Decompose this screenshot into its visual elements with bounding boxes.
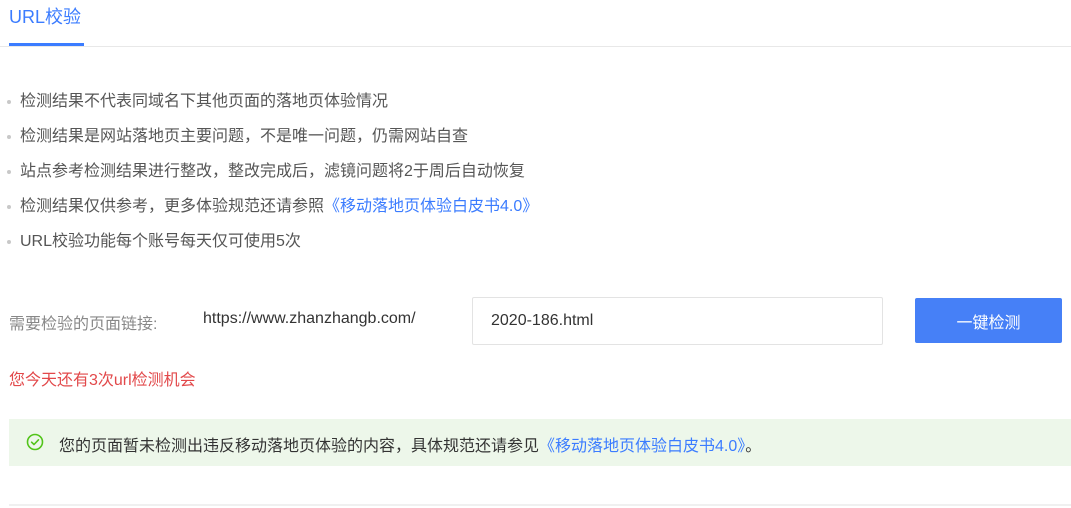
bullet-dot	[7, 205, 11, 209]
check-button[interactable]: 一键检测	[915, 298, 1062, 343]
notice-item: 站点参考检测结果进行整改，整改完成后，滤镜问题将2于周后自动恢复	[7, 158, 538, 193]
result-message: 您的页面暂未检测出违反移动落地页体验的内容，具体规范还请参见《移动落地页体验白皮…	[59, 432, 761, 456]
result-text: 您的页面暂未检测出违反移动落地页体验的内容，具体规范还请参见	[59, 438, 540, 455]
url-domain-prefix: https://www.zhanzhangb.com/	[203, 310, 416, 327]
notice-item: URL校验功能每个账号每天仅可使用5次	[7, 228, 538, 263]
result-suffix: 。	[745, 438, 762, 455]
url-path-input[interactable]	[472, 297, 883, 345]
notice-text: URL校验功能每个账号每天仅可使用5次	[20, 233, 301, 250]
notice-item: 检测结果是网站落地页主要问题，不是唯一问题，仍需网站自查	[7, 123, 538, 158]
url-check-form: 需要检验的页面链接: https://www.zhanzhangb.com/ 一…	[9, 297, 1069, 347]
notice-list: 检测结果不代表同域名下其他页面的落地页体验情况 检测结果是网站落地页主要问题，不…	[7, 88, 538, 263]
url-field-label: 需要检验的页面链接:	[9, 316, 158, 333]
check-circle-icon	[26, 433, 44, 451]
url-check-page: URL校验 检测结果不代表同域名下其他页面的落地页体验情况 检测结果是网站落地页…	[0, 0, 1071, 508]
notice-text: 站点参考检测结果进行整改，整改完成后，滤镜问题将2于周后自动恢复	[20, 163, 525, 180]
bullet-dot	[7, 135, 11, 139]
notice-text: 检测结果不代表同域名下其他页面的落地页体验情况	[20, 93, 389, 110]
notice-text: 检测结果是网站落地页主要问题，不是唯一问题，仍需网站自查	[20, 128, 469, 145]
notice-text: 检测结果仅供参考，更多体验规范还请参照	[20, 198, 325, 215]
divider	[9, 504, 1071, 506]
bullet-dot	[7, 100, 11, 104]
bullet-dot	[7, 170, 11, 174]
notice-item: 检测结果不代表同域名下其他页面的落地页体验情况	[7, 88, 538, 123]
tab-url-check[interactable]: URL校验	[9, 4, 81, 46]
notice-item: 检测结果仅供参考，更多体验规范还请参照《移动落地页体验白皮书4.0》	[7, 193, 538, 228]
bullet-dot	[7, 240, 11, 244]
whitepaper-link[interactable]: 《移动落地页体验白皮书4.0》	[324, 198, 538, 215]
result-banner: 您的页面暂未检测出违反移动落地页体验的内容，具体规范还请参见《移动落地页体验白皮…	[9, 419, 1071, 466]
remaining-chances-text: 您今天还有3次url检测机会	[9, 372, 196, 389]
result-whitepaper-link[interactable]: 《移动落地页体验白皮书4.0》	[539, 438, 745, 455]
tab-bar: URL校验	[0, 0, 1071, 47]
active-tab-indicator	[9, 43, 84, 46]
